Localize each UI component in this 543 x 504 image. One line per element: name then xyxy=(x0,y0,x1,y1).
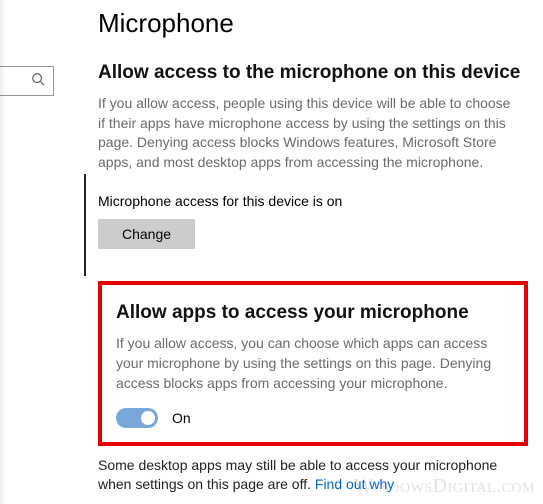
toggle-knob xyxy=(141,411,155,425)
page-title: Microphone xyxy=(98,8,533,39)
change-button[interactable]: Change xyxy=(98,219,195,249)
scroll-indicator xyxy=(84,174,86,276)
highlight-box: Allow apps to access your microphone If … xyxy=(98,281,528,445)
sidebar-search-fragment xyxy=(0,66,56,96)
section-body-device-access: If you allow access, people using this d… xyxy=(98,94,518,174)
toggle-state-label: On xyxy=(172,410,191,426)
left-edge-shadow xyxy=(0,0,6,504)
search-icon xyxy=(31,72,45,91)
footer-text: Some desktop apps may still be able to a… xyxy=(98,457,497,493)
section-heading-app-access: Allow apps to access your microphone xyxy=(116,301,510,326)
search-input[interactable] xyxy=(0,66,54,96)
device-access-status: Microphone access for this device is on xyxy=(98,193,533,209)
footer-note: Some desktop apps may still be able to a… xyxy=(98,456,528,496)
app-access-toggle[interactable] xyxy=(116,408,158,428)
section-body-app-access: If you allow access, you can choose whic… xyxy=(116,334,510,394)
find-out-why-link[interactable]: Find out why xyxy=(315,476,394,492)
section-heading-device-access: Allow access to the microphone on this d… xyxy=(98,61,533,86)
